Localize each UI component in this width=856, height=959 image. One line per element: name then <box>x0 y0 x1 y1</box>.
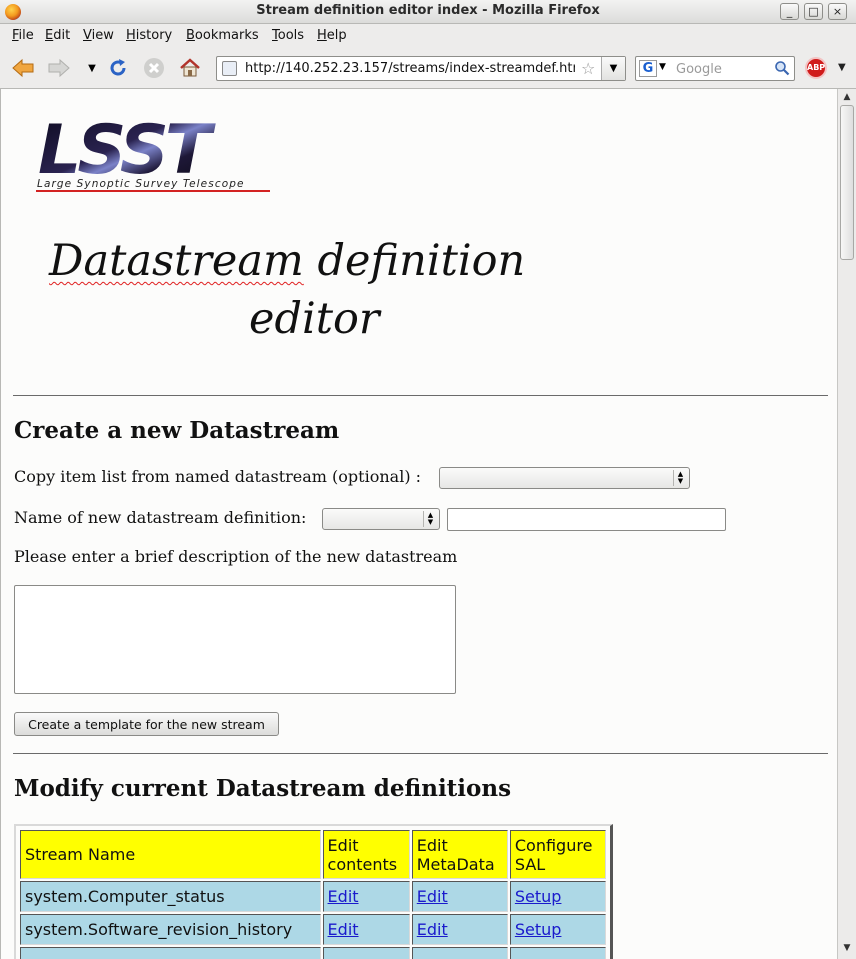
url-bar[interactable]: http://140.252.23.157/streams/index-stre… <box>216 56 626 81</box>
search-engine-dropdown-icon[interactable]: ▼ <box>659 62 666 72</box>
lsst-logo: LSST Large Synoptic Survey Telescope <box>34 111 292 195</box>
create-section-heading: Create a new Datastream <box>14 417 340 444</box>
scrollbar-thumb[interactable] <box>840 105 854 260</box>
scroll-up-icon[interactable]: ▲ <box>840 90 854 104</box>
window-titlebar: Stream definition editor index - Mozilla… <box>0 0 856 24</box>
setup-sal-link[interactable]: Setup <box>515 920 562 939</box>
select-arrows-icon: ▲ ▼ <box>673 470 687 486</box>
copy-from-stream-select[interactable]: ▲ ▼ <box>439 467 690 489</box>
search-icon[interactable] <box>774 60 790 80</box>
edit-contents-link[interactable]: Edit <box>328 920 359 939</box>
select-arrows-icon: ▲ ▼ <box>423 511 437 527</box>
menu-help[interactable]: Help <box>317 28 347 43</box>
url-text[interactable]: http://140.252.23.157/streams/index-stre… <box>245 61 575 76</box>
search-input[interactable]: Google <box>676 62 722 77</box>
navigation-toolbar: ▼ http://140.252.23.157/streams/index-st… <box>0 47 856 89</box>
site-identity-icon[interactable] <box>222 61 237 76</box>
modify-section-heading: Modify current Datastream definitions <box>14 775 512 802</box>
maximize-button[interactable]: □ <box>804 3 823 20</box>
stream-name-input[interactable] <box>447 508 726 531</box>
url-dropdown-icon[interactable]: ▼ <box>601 57 625 80</box>
setup-sal-link[interactable]: Setup <box>515 887 562 906</box>
table-row: system.Software_revision_history Edit Ed… <box>20 914 606 945</box>
menu-bookmarks[interactable]: Bookmarks <box>186 28 259 43</box>
page-scrollbar[interactable]: ▲ ▼ <box>837 89 856 959</box>
search-bar[interactable]: G ▼ Google <box>635 56 795 81</box>
stream-name-cell: system.Computer_status <box>20 881 321 912</box>
stop-icon[interactable] <box>142 57 166 79</box>
history-dropdown-icon[interactable]: ▼ <box>80 57 104 79</box>
menu-file[interactable]: File <box>12 28 34 43</box>
stream-prefix-select[interactable]: ▲ ▼ <box>322 508 440 530</box>
stream-name-cell: system.Software_revision_history <box>20 914 321 945</box>
table-row <box>20 947 606 959</box>
streams-table: Stream Name Edit contents Edit MetaData … <box>14 824 613 959</box>
search-engine-icon[interactable]: G <box>639 60 657 77</box>
description-label: Please enter a brief description of the … <box>14 547 458 566</box>
minimize-button[interactable]: _ <box>780 3 799 20</box>
create-template-button[interactable]: Create a template for the new stream <box>14 712 279 736</box>
table-row: system.Computer_status Edit Edit Setup <box>20 881 606 912</box>
back-icon[interactable] <box>11 57 35 79</box>
page-title-line2: editor <box>249 294 380 344</box>
adblock-icon[interactable]: ABP <box>805 57 827 79</box>
logo-subtitle: Large Synoptic Survey Telescope <box>37 178 245 190</box>
menu-bar: File Edit View History Bookmarks Tools H… <box>0 24 856 47</box>
reload-icon[interactable] <box>106 57 130 79</box>
bookmark-star-icon[interactable]: ☆ <box>581 59 595 78</box>
adblock-dropdown-icon[interactable]: ▼ <box>838 62 846 73</box>
column-header: Stream Name <box>20 830 321 879</box>
stream-name-cell <box>20 947 321 959</box>
divider <box>13 395 828 396</box>
column-header: Configure SAL <box>509 830 606 879</box>
scroll-down-icon[interactable]: ▼ <box>840 941 854 955</box>
copy-list-label: Copy item list from named datastream (op… <box>14 467 422 486</box>
edit-contents-link[interactable]: Edit <box>328 887 359 906</box>
forward-icon[interactable] <box>47 57 71 79</box>
page-content: LSST Large Synoptic Survey Telescope Dat… <box>0 89 837 959</box>
divider <box>13 753 828 754</box>
stream-name-label: Name of new datastream definition: <box>14 508 307 527</box>
menu-history[interactable]: History <box>126 28 172 43</box>
menu-view[interactable]: View <box>83 28 114 43</box>
home-icon[interactable] <box>178 57 202 79</box>
menu-tools[interactable]: Tools <box>272 28 304 43</box>
page-title-word2: definition <box>303 236 526 286</box>
table-header-row: Stream Name Edit contents Edit MetaData … <box>20 830 606 879</box>
close-button[interactable]: × <box>828 3 847 20</box>
description-textarea[interactable] <box>14 585 456 694</box>
edit-metadata-link[interactable]: Edit <box>417 887 448 906</box>
column-header: Edit contents <box>322 830 410 879</box>
edit-metadata-link[interactable]: Edit <box>417 920 448 939</box>
page-title-word1: Datastream <box>49 236 304 286</box>
menu-edit[interactable]: Edit <box>45 28 70 43</box>
column-header: Edit MetaData <box>411 830 508 879</box>
window-title: Stream definition editor index - Mozilla… <box>256 3 600 18</box>
